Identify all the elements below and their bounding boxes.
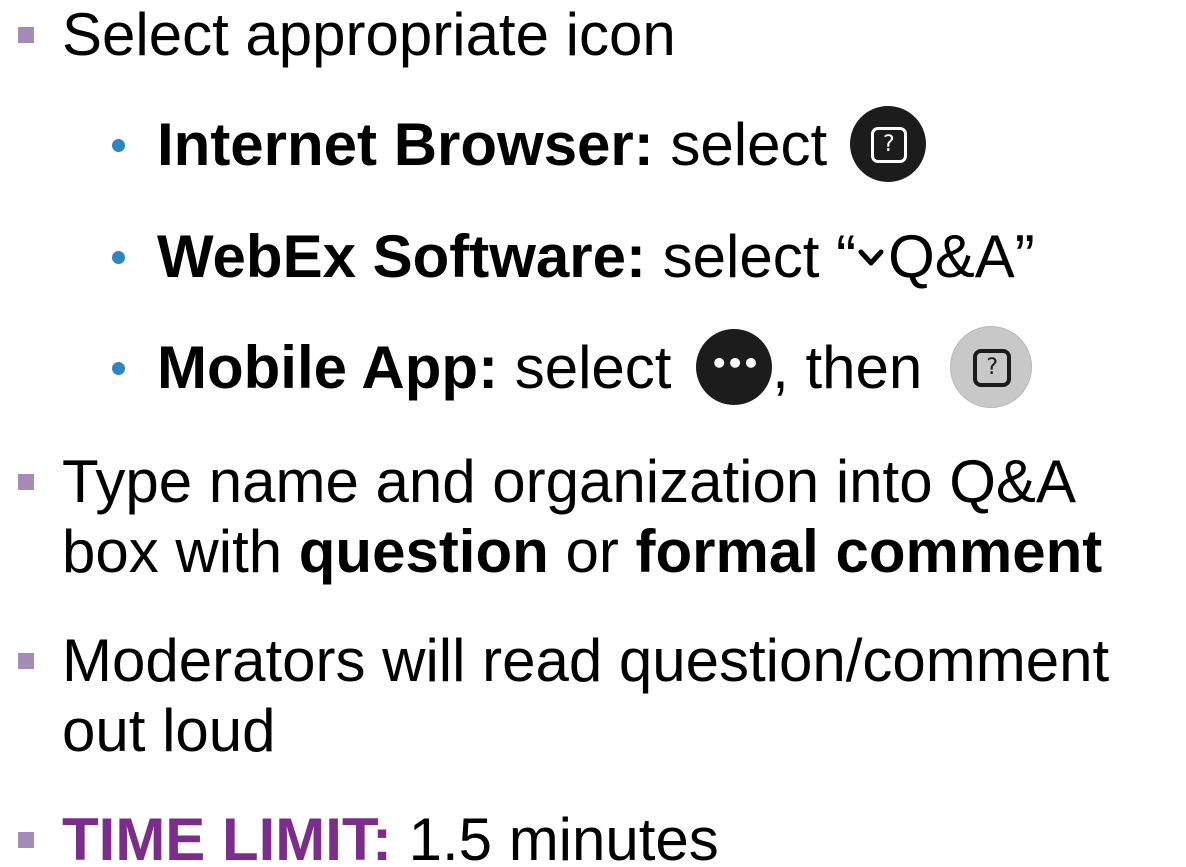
qa-question-icon: ? xyxy=(849,106,926,183)
sub-bullet-internet-browser: Internet Browser: select ? xyxy=(157,106,926,183)
webex-software-label: WebEx Software: xyxy=(157,223,646,290)
square-bullet xyxy=(18,653,34,669)
time-limit-label: TIME LIMIT: xyxy=(62,806,392,867)
more-options-icon: ••• xyxy=(696,329,773,406)
more-options-glyph: ••• xyxy=(710,347,760,381)
mobile-app-then: , then xyxy=(772,334,923,401)
square-bullet xyxy=(18,27,34,43)
type-question: question xyxy=(298,518,549,585)
webex-software-qa: Q&A” xyxy=(888,223,1035,290)
square-bullet xyxy=(18,474,34,490)
bullet-time-limit: TIME LIMIT: 1.5 minutes xyxy=(62,805,719,867)
time-limit-value: 1.5 minutes xyxy=(391,806,719,867)
bullet-moderators-line1: Moderators will read question/comment xyxy=(62,627,1110,694)
type-formal-comment: formal comment xyxy=(635,518,1103,585)
bullet-type-name-line2: box with question or formal comment xyxy=(62,517,1102,587)
bullet-select-icon: Select appropriate icon xyxy=(62,1,676,68)
sub-bullet-mobile-app: Mobile App: select ••• , then? xyxy=(157,326,1033,409)
dot-bullet xyxy=(112,251,125,264)
bullet-moderators-line2: out loud xyxy=(62,697,276,764)
sub-bullet-webex-software: WebEx Software: select “ Q&A” xyxy=(157,222,1035,292)
qa-question-light-glyph: ? xyxy=(973,349,1012,388)
webex-software-text: select “ xyxy=(646,223,857,290)
chevron-down-icon xyxy=(858,249,884,266)
dot-bullet xyxy=(112,362,125,375)
bullet-type-name-line1: Type name and organization into Q&A xyxy=(62,448,1076,515)
internet-browser-text: select xyxy=(653,111,844,178)
qa-question-glyph: ? xyxy=(870,127,907,164)
type-box-with: box with xyxy=(62,518,299,585)
internet-browser-label: Internet Browser: xyxy=(157,111,654,178)
square-bullet xyxy=(18,832,34,848)
mobile-app-text: select xyxy=(498,334,689,401)
type-or: or xyxy=(548,518,636,585)
mobile-app-label: Mobile App: xyxy=(157,334,499,401)
dot-bullet xyxy=(112,139,125,152)
slide: Select appropriate icon Internet Browser… xyxy=(0,0,1186,867)
qa-question-light-icon: ? xyxy=(950,326,1033,409)
